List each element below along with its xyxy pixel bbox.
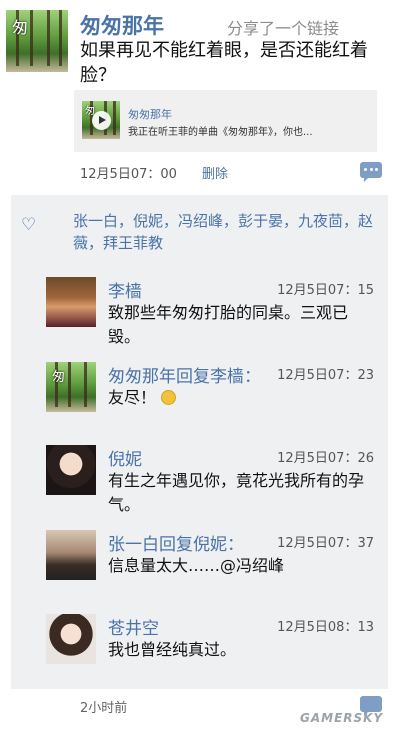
play-icon[interactable] — [92, 111, 111, 130]
comment-time: 12月5日08：13 — [277, 620, 374, 635]
commenter-avatar[interactable] — [46, 445, 96, 495]
comment-time: 12月5日07：23 — [277, 368, 374, 383]
likers-list[interactable]: 张一白，倪妮，冯绍峰，彭于晏，九夜茴，赵薇，拜王菲教 — [73, 210, 378, 254]
link-description: 我正在听王菲的单曲《匆匆那年》，你也... — [128, 127, 313, 138]
comment-time: 12月5日07：26 — [277, 451, 374, 466]
comment-time: 12月5日07：37 — [277, 536, 374, 551]
emoji-icon — [161, 390, 177, 405]
commenter-avatar[interactable] — [46, 530, 96, 580]
comment-text: 有生之年遇见你，竟花光我所有的孕气。 — [108, 471, 365, 514]
avatar-caption: 匆 — [12, 18, 29, 37]
commenter-name[interactable]: 苍井空 — [108, 614, 159, 639]
comment-icon[interactable] — [360, 696, 382, 716]
comment-text: 致那些年匆匆打胎的同桌。三观已毁。 — [108, 303, 349, 346]
comment-text: 我也曾经纯真过。 — [108, 640, 237, 659]
next-post-timestamp: 2小时前 — [80, 701, 128, 716]
commenter-avatar[interactable] — [46, 277, 96, 327]
post-author-name[interactable]: 匆匆那年 — [80, 10, 164, 40]
comment-time: 12月5日07：15 — [277, 283, 374, 298]
link-thumbnail: 匆 — [82, 101, 120, 139]
post-action-text: 分享了一个链接 — [227, 19, 340, 38]
commenter-name[interactable]: 李樯 — [108, 277, 142, 302]
shared-link-card[interactable]: 匆 匆匆那年 我正在听王菲的单曲《匆匆那年》，你也... — [74, 90, 377, 152]
watermark-logo: GAMERSKY — [300, 711, 384, 725]
commenter-name[interactable]: 张一白回复倪妮： — [108, 530, 244, 555]
heart-icon: ♡ — [21, 215, 37, 235]
commenter-name[interactable]: 倪妮 — [108, 445, 142, 470]
comment-item: 倪妮 12月5日07：26 有生之年遇见你，竟花光我所有的孕气。 — [46, 445, 382, 514]
comment-icon[interactable] — [360, 162, 382, 182]
comment-item: 李樯 12月5日07：15 致那些年匆匆打胎的同桌。三观已毁。 — [46, 277, 382, 346]
commenter-avatar[interactable] — [46, 614, 96, 664]
comment-text: 友尽！ — [108, 386, 378, 410]
link-title[interactable]: 匆匆那年 — [128, 106, 172, 122]
post-timestamp: 12月5日07：00 — [80, 167, 177, 182]
comment-item: 匆 匆匆那年回复李樯： 12月5日07：23 友尽！ — [46, 362, 382, 422]
comment-item: 苍井空 12月5日08：13 我也曾经纯真过。 — [46, 614, 382, 674]
comment-text: 信息量太大……@冯绍峰 — [108, 556, 285, 575]
post-author-avatar[interactable]: 匆 — [6, 10, 68, 72]
post-text: 如果再见不能红着眼，是否还能红着脸？ — [80, 40, 368, 86]
commenter-name[interactable]: 匆匆那年回复李樯： — [108, 362, 261, 387]
delete-button[interactable]: 删除 — [202, 163, 228, 182]
commenter-avatar[interactable]: 匆 — [46, 362, 96, 412]
comment-item: 张一白回复倪妮： 12月5日07：37 信息量太大……@冯绍峰 — [46, 530, 382, 590]
avatar-caption: 匆 — [52, 370, 66, 385]
